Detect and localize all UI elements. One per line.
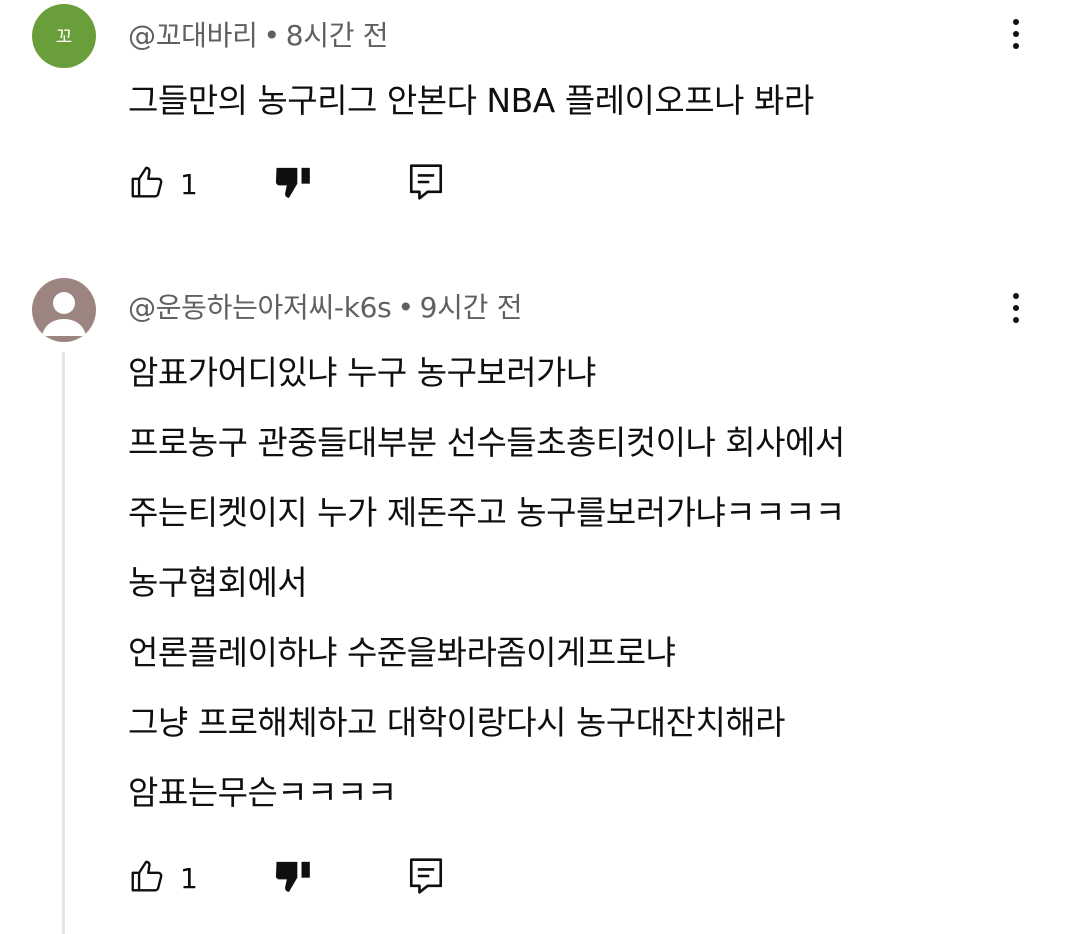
avatar[interactable]	[32, 278, 96, 342]
comment-text-line: 암표가어디있냐 누구 농구보러가냐	[128, 353, 596, 392]
like-count: 1	[180, 861, 198, 895]
meta-separator: •	[397, 291, 414, 324]
comment-text-line: 주는티켓이지 누가 제돈주고 농구를보러가냐ㅋㅋㅋㅋ	[128, 493, 845, 532]
reply-icon	[408, 856, 444, 900]
comment-text-line: 농구협회에서	[128, 563, 308, 602]
comment-text-line: 프로농구 관중들대부분 선수들초총티컷이나 회사에서	[128, 423, 845, 462]
comment-text-line: 언론플레이하냐 수준을봐라좀이게프로냐	[128, 633, 676, 672]
thumbs-up-outline-icon	[128, 857, 166, 899]
comment-author[interactable]: @운동하는아저씨-k6s	[128, 291, 392, 324]
default-user-icon	[42, 292, 86, 336]
comment-time[interactable]: 9시간 전	[420, 291, 523, 324]
comment-meta: @운동하는아저씨-k6s • 9시간 전	[128, 286, 522, 326]
comment-text-line: 암표는무슨ㅋㅋㅋㅋ	[128, 773, 397, 812]
like-button[interactable]: 1	[128, 854, 198, 902]
comment-text-line: 그냥 프로해체하고 대학이랑다시 농구대잔치해라	[128, 703, 786, 742]
reply-button[interactable]	[408, 854, 444, 902]
thumbs-down-filled-icon	[274, 856, 314, 900]
comment-actions: 1	[128, 854, 468, 902]
dislike-button[interactable]	[274, 854, 314, 902]
comment-2: @운동하는아저씨-k6s • 9시간 전 암표가어디있냐 누구 농구보러가냐 프로농…	[0, 0, 1080, 934]
more-vert-icon[interactable]	[998, 286, 1034, 330]
